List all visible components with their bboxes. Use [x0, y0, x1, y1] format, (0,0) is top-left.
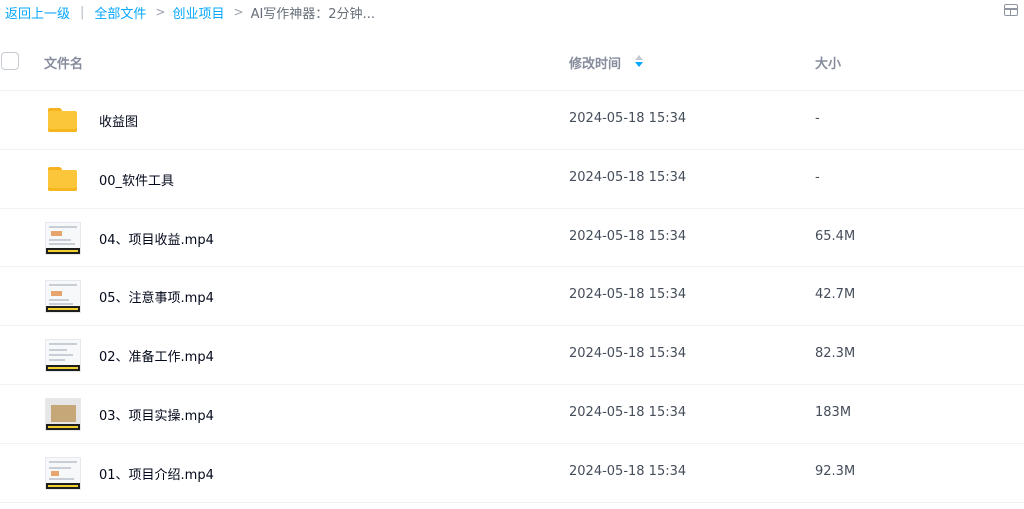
- video-thumbnail-icon: [44, 221, 81, 255]
- file-modified: 2024-05-18 15:34: [569, 169, 687, 185]
- file-size: 82.3M: [815, 346, 856, 362]
- file-name[interactable]: 05、注意事项.mp4: [99, 287, 214, 306]
- sort-down-icon: [635, 62, 643, 67]
- file-modified: 2024-05-18 15:34: [569, 111, 687, 126]
- file-modified: 2024-05-18 15:34: [569, 463, 687, 479]
- back-link[interactable]: 返回上一级: [5, 3, 70, 22]
- file-modified: 2024-05-18 15:34: [569, 404, 687, 420]
- breadcrumb-all-files[interactable]: 全部文件: [94, 3, 146, 22]
- file-size: 65.4M: [815, 228, 856, 244]
- table-row[interactable]: 04、项目收益.mp4 2024-05-18 15:34 65.4M: [0, 209, 1024, 268]
- breadcrumb: 返回上一级 | 全部文件 > 创业项目 > AI写作神器：2分钟...: [5, 3, 375, 22]
- table-header: 文件名 修改时间 大小: [0, 32, 1024, 91]
- sort-up-icon: [635, 55, 643, 60]
- table-row[interactable]: 00_软件工具 2024-05-18 15:34 -: [0, 150, 1024, 209]
- column-name: 文件名: [44, 57, 84, 72]
- video-thumbnail-icon: [44, 280, 81, 314]
- table-row[interactable]: 02、准备工作.mp4 2024-05-18 15:34 82.3M: [0, 326, 1024, 385]
- file-name[interactable]: 02、准备工作.mp4: [99, 346, 214, 365]
- video-thumbnail-icon: [44, 397, 81, 431]
- table-row[interactable]: 03、项目实操.mp4 2024-05-18 15:34 183M: [0, 385, 1024, 444]
- breadcrumb-folder[interactable]: 创业项目: [172, 3, 224, 22]
- video-thumbnail-icon: [44, 339, 81, 373]
- file-modified: 2024-05-18 15:34: [569, 346, 687, 362]
- column-size: 大小: [815, 57, 842, 72]
- file-size: 42.7M: [815, 287, 856, 303]
- video-thumbnail-icon: [44, 456, 81, 490]
- file-size: -: [815, 169, 820, 185]
- file-size: -: [815, 111, 820, 126]
- breadcrumb-current: AI写作神器：2分钟...: [250, 6, 375, 22]
- file-name[interactable]: 收益图: [99, 111, 138, 130]
- folder-icon: [44, 163, 80, 195]
- file-modified: 2024-05-18 15:34: [569, 287, 687, 303]
- file-name[interactable]: 03、项目实操.mp4: [99, 405, 214, 424]
- sort-arrows-icon[interactable]: [634, 55, 644, 71]
- breadcrumb-arrow: >: [155, 5, 166, 19]
- select-all-checkbox[interactable]: [1, 52, 19, 70]
- file-list: 收益图 2024-05-18 15:34 - 00_软件工具 2024-05-1…: [0, 91, 1024, 503]
- breadcrumb-arrow: >: [233, 5, 244, 19]
- file-size: 183M: [815, 404, 852, 420]
- file-name[interactable]: 01、项目介绍.mp4: [99, 464, 214, 483]
- file-name[interactable]: 04、项目收益.mp4: [99, 229, 214, 248]
- file-name[interactable]: 00_软件工具: [99, 170, 174, 189]
- table-row[interactable]: 收益图 2024-05-18 15:34 -: [0, 91, 1024, 150]
- grid-view-icon[interactable]: [1004, 4, 1018, 16]
- column-modified[interactable]: 修改时间: [569, 53, 621, 72]
- breadcrumb-divider: |: [80, 4, 85, 20]
- table-row[interactable]: 05、注意事项.mp4 2024-05-18 15:34 42.7M: [0, 267, 1024, 327]
- table-row[interactable]: 01、项目介绍.mp4 2024-05-18 15:34 92.3M: [0, 444, 1024, 503]
- file-size: 92.3M: [815, 463, 856, 479]
- folder-icon: [44, 104, 80, 136]
- file-modified: 2024-05-18 15:34: [569, 228, 687, 244]
